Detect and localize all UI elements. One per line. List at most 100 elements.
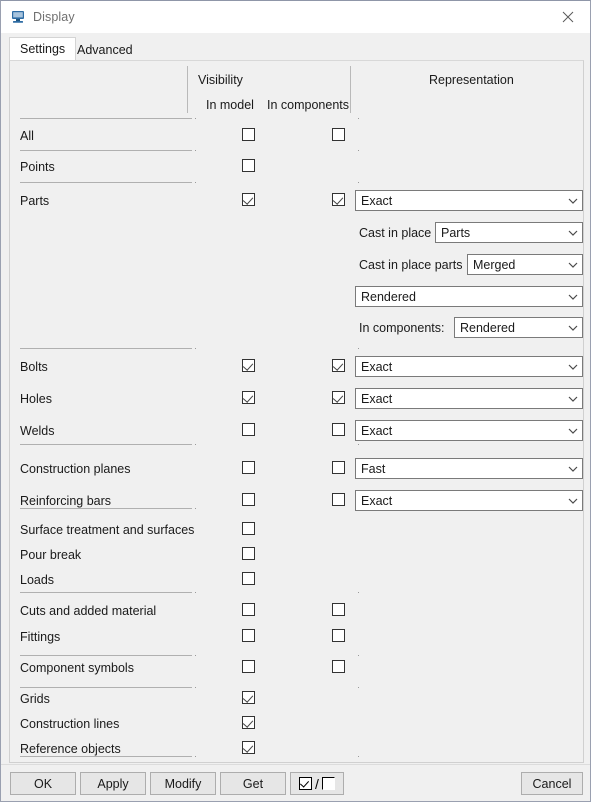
dropdown-holes-representation[interactable]: Exact bbox=[355, 388, 583, 409]
toggle-selection-button[interactable]: / bbox=[290, 772, 344, 795]
dropdown-value: Fast bbox=[361, 461, 386, 476]
row-label-holes: Holes bbox=[20, 392, 52, 406]
checkbox-bolts-in-model[interactable] bbox=[242, 359, 255, 372]
dropdown-value: Rendered bbox=[460, 320, 515, 335]
apply-button-label: Apply bbox=[97, 776, 129, 791]
row-label-surface-treatment: Surface treatment and surfaces bbox=[20, 523, 195, 537]
group-separator bbox=[20, 444, 192, 445]
group-separator bbox=[20, 655, 192, 656]
dropdown-value: Merged bbox=[473, 257, 516, 272]
row-label-reference-objects: Reference objects bbox=[20, 742, 121, 756]
checkbox-surface-treatment-in-model[interactable] bbox=[242, 522, 255, 535]
checkbox-points-in-model[interactable] bbox=[242, 159, 255, 172]
separator-dot bbox=[195, 444, 196, 445]
title-bar: Display bbox=[1, 1, 590, 33]
checkbox-grids-in-model[interactable] bbox=[242, 691, 255, 704]
group-separator bbox=[20, 508, 192, 509]
dropdown-value: Parts bbox=[441, 225, 471, 240]
checkbox-welds-in-model[interactable] bbox=[242, 423, 255, 436]
separator-dot bbox=[195, 592, 196, 593]
chevron-down-icon bbox=[564, 230, 582, 236]
tab-settings-label: Settings bbox=[20, 42, 66, 56]
get-button-label: Get bbox=[242, 776, 264, 791]
ok-button-label: OK bbox=[33, 776, 53, 791]
separator-dot bbox=[358, 182, 359, 183]
row-label-points: Points bbox=[20, 160, 55, 174]
chevron-down-icon bbox=[564, 364, 582, 370]
checkbox-all-in-components[interactable] bbox=[332, 128, 345, 141]
checkbox-fittings-in-model[interactable] bbox=[242, 629, 255, 642]
checkbox-component-symbols-in-model[interactable] bbox=[242, 660, 255, 673]
row-label-welds: Welds bbox=[20, 424, 55, 438]
checkbox-reference-objects-in-model[interactable] bbox=[242, 741, 255, 754]
checkbox-reinforcing-bars-in-components[interactable] bbox=[332, 493, 345, 506]
dropdown-value: Exact bbox=[361, 391, 393, 406]
checkbox-welds-in-components[interactable] bbox=[332, 423, 345, 436]
checkbox-component-symbols-in-components[interactable] bbox=[332, 660, 345, 673]
settings-panel: Visibility In model In components Repres… bbox=[9, 60, 584, 763]
dropdown-construction-planes-representation[interactable]: Fast bbox=[355, 458, 583, 479]
checkbox-fittings-in-components[interactable] bbox=[332, 629, 345, 642]
checkbox-cuts-in-components[interactable] bbox=[332, 603, 345, 616]
checkbox-parts-in-model[interactable] bbox=[242, 193, 255, 206]
toggle-icon-group: / bbox=[299, 777, 335, 791]
get-button[interactable]: Get bbox=[220, 772, 286, 795]
dropdown-welds-representation[interactable]: Exact bbox=[355, 420, 583, 441]
divider-visibility-right bbox=[350, 66, 351, 113]
checkbox-reinforcing-bars-in-model[interactable] bbox=[242, 493, 255, 506]
dropdown-value: Rendered bbox=[361, 289, 416, 304]
label-parts-in-components: In components: bbox=[359, 321, 445, 335]
group-separator bbox=[20, 348, 192, 349]
unchecked-box-icon bbox=[321, 777, 335, 790]
toggle-separator-label: / bbox=[315, 775, 319, 792]
checkbox-parts-in-components[interactable] bbox=[332, 193, 345, 206]
group-separator bbox=[20, 592, 192, 593]
separator-dot bbox=[195, 118, 196, 119]
apply-button[interactable]: Apply bbox=[80, 772, 146, 795]
column-header-in-components: In components bbox=[267, 98, 349, 112]
dropdown-parts-rendering[interactable]: Rendered bbox=[355, 286, 583, 307]
row-label-component-symbols: Component symbols bbox=[20, 661, 134, 675]
separator-dot bbox=[358, 687, 359, 688]
dropdown-parts-in-components-rendering[interactable]: Rendered bbox=[454, 317, 583, 338]
checkbox-holes-in-model[interactable] bbox=[242, 391, 255, 404]
checkbox-holes-in-components[interactable] bbox=[332, 391, 345, 404]
chevron-down-icon bbox=[564, 262, 582, 268]
tab-strip: Settings Advanced bbox=[9, 37, 584, 61]
modify-button-label: Modify bbox=[164, 776, 202, 791]
checkbox-all-in-model[interactable] bbox=[242, 128, 255, 141]
row-label-cuts-and-added-material: Cuts and added material bbox=[20, 604, 157, 618]
separator-dot bbox=[358, 444, 359, 445]
row-label-grids: Grids bbox=[20, 692, 50, 706]
separator-dot bbox=[358, 756, 359, 757]
separator-dot bbox=[195, 150, 196, 151]
row-label-parts: Parts bbox=[20, 194, 50, 208]
separator-dot bbox=[358, 592, 359, 593]
dropdown-reinforcing-bars-representation[interactable]: Exact bbox=[355, 490, 583, 511]
checkbox-loads-in-model[interactable] bbox=[242, 572, 255, 585]
checkbox-bolts-in-components[interactable] bbox=[332, 359, 345, 372]
label-cast-in-place-parts: Cast in place parts bbox=[359, 258, 463, 272]
dropdown-bolts-representation[interactable]: Exact bbox=[355, 356, 583, 377]
tab-advanced-label: Advanced bbox=[77, 42, 133, 57]
separator-dot bbox=[358, 150, 359, 151]
dropdown-parts-representation[interactable]: Exact bbox=[355, 190, 583, 211]
checkbox-pour-break-in-model[interactable] bbox=[242, 547, 255, 560]
dropdown-cast-in-place[interactable]: Parts bbox=[435, 222, 583, 243]
tab-advanced[interactable]: Advanced bbox=[66, 37, 144, 61]
chevron-down-icon bbox=[564, 198, 582, 204]
dropdown-cast-in-place-parts[interactable]: Merged bbox=[467, 254, 583, 275]
checkbox-cuts-in-model[interactable] bbox=[242, 603, 255, 616]
chevron-down-icon bbox=[564, 466, 582, 472]
row-label-fittings: Fittings bbox=[20, 630, 61, 644]
group-separator bbox=[20, 118, 192, 119]
display-dialog: Display Settings Advanced Visibility In … bbox=[0, 0, 591, 802]
checkbox-construction-planes-in-components[interactable] bbox=[332, 461, 345, 474]
cancel-button[interactable]: Cancel bbox=[521, 772, 583, 795]
checkbox-construction-planes-in-model[interactable] bbox=[242, 461, 255, 474]
checkbox-construction-lines-in-model[interactable] bbox=[242, 716, 255, 729]
modify-button[interactable]: Modify bbox=[150, 772, 216, 795]
ok-button[interactable]: OK bbox=[10, 772, 76, 795]
separator-dot bbox=[195, 182, 196, 183]
close-icon[interactable] bbox=[545, 1, 590, 32]
